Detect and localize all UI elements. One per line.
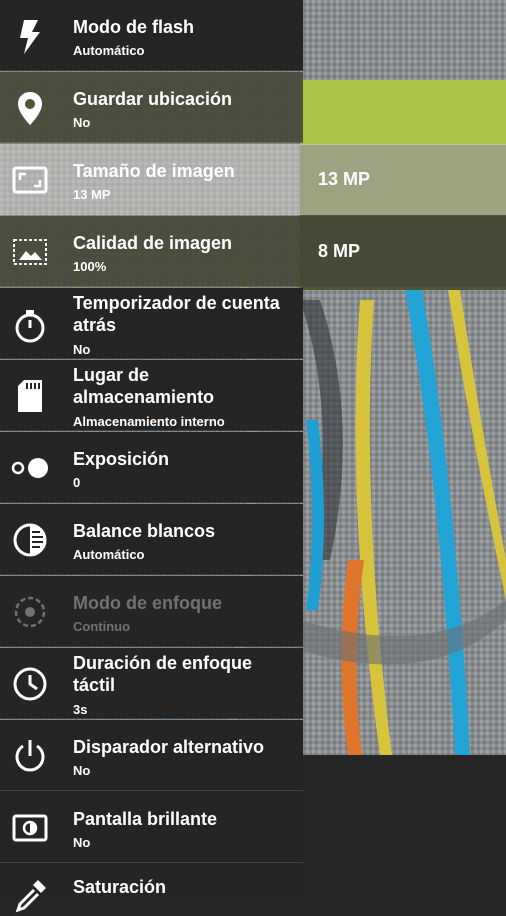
setting-exposure[interactable]: Exposición 0 <box>0 432 303 503</box>
setting-title: Tamaño de imagen <box>73 161 235 181</box>
setting-countdown-timer[interactable]: Temporizador de cuenta atrás No <box>0 288 303 359</box>
setting-title: Pantalla brillante <box>73 809 218 829</box>
setting-title: Duración de enfoque táctil <box>73 653 253 695</box>
setting-saturation[interactable]: Saturación <box>0 864 303 913</box>
setting-image-size[interactable]: Tamaño de imagen 13 MP <box>0 144 303 215</box>
setting-focus-mode: Modo de enfoque Continuo <box>0 576 303 647</box>
setting-value: No <box>73 115 91 130</box>
setting-storage-location[interactable]: Lugar de almacenamiento Almacenamiento i… <box>0 360 303 431</box>
setting-touch-focus-duration[interactable]: Duración de enfoque táctil 3s <box>0 648 303 719</box>
setting-value: 3s <box>73 702 88 717</box>
brightness-icon <box>10 808 50 848</box>
size-option-label: 13 MP <box>318 169 371 189</box>
setting-title: Modo de flash <box>73 17 194 37</box>
setting-value: Automático <box>73 43 145 58</box>
size-option-13mp[interactable]: 13 MP <box>303 144 506 215</box>
sd-card-icon <box>10 376 50 416</box>
setting-value: No <box>73 835 91 850</box>
setting-title: Modo de enfoque <box>73 593 222 613</box>
setting-bright-screen[interactable]: Pantalla brillante No <box>0 792 303 863</box>
setting-alternate-shutter[interactable]: Disparador alternativo No <box>0 720 303 791</box>
setting-value: No <box>73 342 91 357</box>
setting-value: 13 MP <box>73 187 111 202</box>
settings-panel: Modo de flash Automático Guardar ubicaci… <box>0 0 303 913</box>
clock-icon <box>10 664 50 704</box>
setting-value: Automático <box>73 547 145 562</box>
setting-value: Continuo <box>73 619 131 634</box>
white-balance-icon <box>10 520 50 560</box>
setting-title: Balance blancos <box>73 521 216 541</box>
setting-value: No <box>73 763 91 778</box>
setting-value: 100% <box>73 259 107 274</box>
setting-flash-mode[interactable]: Modo de flash Automático <box>0 0 303 71</box>
size-option-8mp[interactable]: 8 MP <box>303 216 506 287</box>
setting-white-balance[interactable]: Balance blancos Automático <box>0 504 303 575</box>
setting-title: Exposición <box>73 449 170 469</box>
setting-title: Disparador alternativo <box>73 737 265 757</box>
setting-value: Almacenamiento interno <box>73 414 225 429</box>
power-icon <box>10 736 50 776</box>
exposure-icon <box>10 448 50 488</box>
setting-title: Saturación <box>73 877 167 897</box>
setting-title: Lugar de almacenamiento <box>73 365 215 407</box>
image-size-icon <box>10 160 50 200</box>
setting-title: Calidad de imagen <box>73 233 233 253</box>
setting-save-location[interactable]: Guardar ubicación No <box>0 72 303 143</box>
eyedropper-icon <box>10 876 50 916</box>
setting-title: Guardar ubicación <box>73 89 233 109</box>
flash-icon <box>10 16 50 56</box>
setting-title: Temporizador de cuenta atrás <box>73 293 280 335</box>
setting-image-quality[interactable]: Calidad de imagen 100% <box>0 216 303 287</box>
timer-icon <box>10 306 50 346</box>
image-quality-icon <box>10 232 50 272</box>
size-option-label: 8 MP <box>318 241 361 261</box>
setting-value: 0 <box>73 475 81 490</box>
location-pin-icon <box>10 88 50 128</box>
focus-icon <box>10 592 50 632</box>
